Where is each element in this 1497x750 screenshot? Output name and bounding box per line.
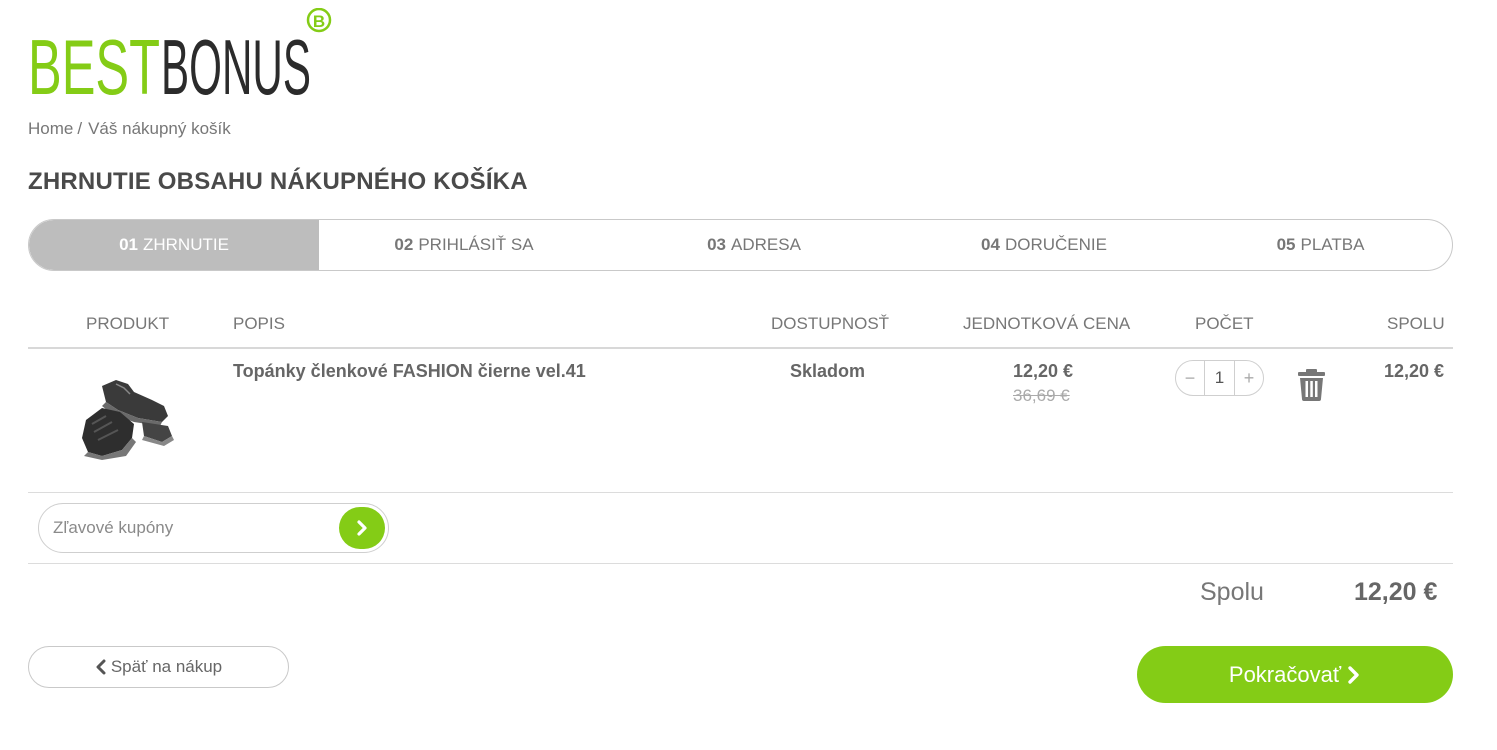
header-product: PRODUKT	[86, 314, 170, 333]
breadcrumb: Home / Váš nákupný košík	[28, 119, 231, 139]
step-summary[interactable]: 01 ZHRNUTIE	[29, 220, 319, 270]
total-label: Spolu	[1200, 578, 1264, 606]
quantity-input[interactable]: 1	[1204, 361, 1235, 395]
chevron-left-icon	[96, 659, 106, 675]
coupon-divider	[28, 563, 1453, 564]
trash-icon[interactable]	[1297, 368, 1326, 401]
chevron-right-icon	[357, 520, 367, 536]
coupon-field	[38, 503, 389, 553]
step-delivery[interactable]: 04 DORUČENIE	[899, 220, 1189, 270]
step-label: ZHRNUTIE	[142, 235, 229, 254]
product-image[interactable]	[72, 372, 186, 462]
quantity-stepper: − 1 +	[1175, 360, 1264, 396]
row-total: 12,20 €	[1384, 361, 1445, 381]
header-quantity: POČET	[1195, 314, 1254, 333]
step-label: ADRESA	[731, 235, 801, 254]
step-payment[interactable]: 05 PLATBA	[1189, 220, 1452, 270]
decrease-quantity-button[interactable]: −	[1176, 361, 1204, 395]
product-name-link[interactable]: Topánky členkové FASHION čierne vel.41	[233, 361, 586, 382]
step-number: 02	[394, 235, 414, 254]
header-description: POPIS	[233, 314, 285, 333]
increase-quantity-button[interactable]: +	[1235, 361, 1263, 395]
header-total: SPOLU	[1387, 314, 1445, 333]
checkout-steps: 01 ZHRNUTIE 02 PRIHLÁSIŤ SA 03 ADRESA 04 DOR…	[28, 219, 1453, 271]
total-value: 12,20 €	[1354, 578, 1438, 606]
header-availability: DOSTUPNOSŤ	[771, 314, 890, 333]
step-label: DORUČENIE	[1004, 235, 1107, 254]
chevron-right-icon	[1348, 665, 1359, 684]
step-label: PRIHLÁSIŤ SA	[418, 235, 534, 254]
header-divider	[28, 347, 1453, 349]
step-number: 04	[981, 235, 1000, 254]
continue-button[interactable]: Pokračovať	[1137, 646, 1453, 703]
logo-badge-letter: B	[313, 12, 325, 31]
logo-text-best: BEST	[28, 23, 160, 98]
step-number: 03	[707, 235, 726, 254]
coupon-input[interactable]	[53, 516, 333, 540]
step-number: 05	[1276, 235, 1296, 254]
step-login[interactable]: 02 PRIHLÁSIŤ SA	[319, 220, 609, 270]
header-unit-price: JEDNOTKOVÁ CENA	[963, 314, 1131, 333]
apply-coupon-button[interactable]	[339, 507, 385, 549]
unit-price: 12,20 €	[1013, 361, 1074, 381]
availability-status: Skladom	[790, 361, 866, 381]
old-unit-price: 36,69 €	[1013, 386, 1070, 405]
breadcrumb-current: Váš nákupný košík	[88, 119, 231, 138]
breadcrumb-separator: /	[77, 119, 83, 138]
logo-text-bonus: BONUS	[161, 23, 311, 98]
row-divider	[28, 492, 1453, 493]
continue-button-label: Pokračovať	[1228, 661, 1342, 687]
bestbonus-logo[interactable]: BEST BONUS B	[28, 8, 338, 98]
breadcrumb-home-link[interactable]: Home	[28, 119, 73, 138]
page-title: ZHRNUTIE OBSAHU NÁKUPNÉHO KOŠÍKA	[28, 168, 528, 195]
step-number: 01	[119, 235, 138, 254]
back-button-label: Späť na nákup	[110, 657, 223, 676]
back-to-shop-button[interactable]: Späť na nákup	[28, 646, 289, 688]
step-label: PLATBA	[1300, 235, 1365, 254]
step-address[interactable]: 03 ADRESA	[609, 220, 899, 270]
